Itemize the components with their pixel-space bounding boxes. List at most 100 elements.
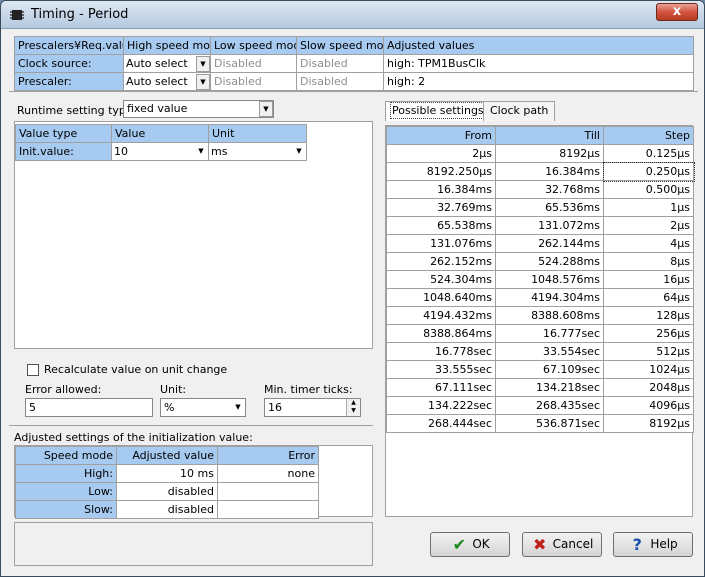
till-cell[interactable]: 262.144ms: [495, 234, 604, 253]
table-row[interactable]: 32.769ms 65.536ms 1µs: [386, 198, 694, 217]
question-mark-icon: ?: [632, 535, 642, 554]
init-unit-select[interactable]: ms ▼: [208, 142, 307, 161]
dropdown-arrow-icon[interactable]: ▼: [231, 399, 245, 416]
close-button[interactable]: x: [656, 3, 698, 21]
till-cell[interactable]: 16.384ms: [495, 162, 604, 181]
table-row[interactable]: 134.222sec 268.435sec 4096µs: [386, 396, 694, 415]
from-cell[interactable]: 134.222sec: [386, 396, 496, 415]
table-row[interactable]: 8388.864ms 16.777sec 256µs: [386, 324, 694, 343]
cancel-button[interactable]: ✖ Cancel: [522, 532, 602, 557]
table-row[interactable]: 8192.250µs 16.384ms 0.250µs: [386, 161, 695, 182]
dialog-client: Prescalers¥Req.value High speed mode Low…: [9, 31, 698, 570]
step-cell[interactable]: 256µs: [603, 324, 694, 343]
table-row[interactable]: 2µs 8192µs 0.125µs: [386, 144, 694, 163]
step-cell[interactable]: 512µs: [603, 342, 694, 361]
from-cell[interactable]: 262.152ms: [386, 252, 496, 271]
from-cell[interactable]: 4194.432ms: [386, 306, 496, 325]
table-row[interactable]: 67.111sec 134.218sec 2048µs: [386, 378, 694, 397]
table-row[interactable]: 65.538ms 131.072ms 2µs: [386, 216, 694, 235]
min-timer-ticks-spinner[interactable]: 16 ▲ ▼: [264, 398, 361, 417]
speed-mode-cell: Low:: [15, 482, 117, 501]
clock-source-slow-cell: Disabled: [296, 54, 384, 73]
column-header: Speed mode: [15, 446, 117, 465]
recalculate-checkbox[interactable]: [27, 364, 39, 376]
table-row[interactable]: 33.555sec 67.109sec 1024µs: [386, 360, 694, 379]
help-button[interactable]: ? Help: [613, 532, 693, 557]
dropdown-arrow-icon[interactable]: ▼: [196, 55, 210, 72]
step-cell[interactable]: 0.125µs: [603, 144, 694, 163]
till-cell[interactable]: 1048.576ms: [495, 270, 604, 289]
till-cell[interactable]: 536.871sec: [495, 414, 604, 433]
clock-source-high-select[interactable]: Auto select ▼: [123, 54, 211, 73]
step-cell[interactable]: 0.500µs: [603, 180, 694, 199]
step-cell[interactable]: 1µs: [603, 198, 694, 217]
from-cell[interactable]: 67.111sec: [386, 378, 496, 397]
tab-clock-path[interactable]: Clock path: [483, 101, 556, 121]
till-cell[interactable]: 32.768ms: [495, 180, 604, 199]
error-cell: [217, 482, 319, 501]
unit-select[interactable]: % ▼: [160, 398, 246, 417]
table-row[interactable]: 131.076ms 262.144ms 4µs: [386, 234, 694, 253]
till-cell[interactable]: 65.536ms: [495, 198, 604, 217]
step-cell[interactable]: 64µs: [603, 288, 694, 307]
table-row[interactable]: 1048.640ms 4194.304ms 64µs: [386, 288, 694, 307]
till-cell[interactable]: 16.777sec: [495, 324, 604, 343]
from-cell[interactable]: 8388.864ms: [386, 324, 496, 343]
prescaler-high-select[interactable]: Auto select ▼: [123, 72, 211, 91]
recalculate-label[interactable]: Recalculate value on unit change: [44, 363, 227, 376]
table-row: High: 10 ms none: [15, 464, 319, 483]
from-cell[interactable]: 33.555sec: [386, 360, 496, 379]
step-cell[interactable]: 4096µs: [603, 396, 694, 415]
step-cell[interactable]: 16µs: [603, 270, 694, 289]
step-cell[interactable]: 8192µs: [603, 414, 694, 433]
from-cell[interactable]: 2µs: [386, 144, 496, 163]
from-cell[interactable]: 1048.640ms: [386, 288, 496, 307]
from-cell[interactable]: 268.444sec: [386, 414, 496, 433]
from-cell[interactable]: 32.769ms: [386, 198, 496, 217]
till-cell[interactable]: 8192µs: [495, 144, 604, 163]
column-header: Unit: [208, 124, 307, 143]
input-value: 10: [114, 144, 128, 158]
step-cell[interactable]: 2048µs: [603, 378, 694, 397]
till-cell[interactable]: 67.109sec: [495, 360, 604, 379]
till-cell[interactable]: 134.218sec: [495, 378, 604, 397]
error-allowed-input[interactable]: 5: [25, 398, 153, 417]
from-cell[interactable]: 65.538ms: [386, 216, 496, 235]
till-cell[interactable]: 33.554sec: [495, 342, 604, 361]
step-cell[interactable]: 8µs: [603, 252, 694, 271]
till-cell[interactable]: 524.288ms: [495, 252, 604, 271]
dropdown-arrow-icon[interactable]: ▼: [259, 101, 273, 117]
spin-arrows-icon[interactable]: ▲ ▼: [346, 399, 360, 416]
till-cell[interactable]: 8388.608ms: [495, 306, 604, 325]
tab-possible-settings[interactable]: Possible settings: [385, 101, 491, 121]
from-cell[interactable]: 524.304ms: [386, 270, 496, 289]
step-cell[interactable]: 0.250µs: [602, 161, 695, 182]
table-row[interactable]: 16.384ms 32.768ms 0.500µs: [386, 180, 694, 199]
dropdown-arrow-icon[interactable]: ▼: [196, 73, 210, 90]
init-value-input[interactable]: 10 ▼: [111, 142, 209, 161]
step-cell[interactable]: 1024µs: [603, 360, 694, 379]
table-row[interactable]: 524.304ms 1048.576ms 16µs: [386, 270, 694, 289]
table-row[interactable]: 4194.432ms 8388.608ms 128µs: [386, 306, 694, 325]
from-cell[interactable]: 8192.250µs: [386, 162, 496, 181]
title-bar[interactable]: Timing - Period x: [1, 1, 704, 29]
from-cell[interactable]: 16.384ms: [386, 180, 496, 199]
table-row[interactable]: 262.152ms 524.288ms 8µs: [386, 252, 694, 271]
dropdown-arrow-icon[interactable]: ▼: [194, 143, 208, 160]
from-cell[interactable]: 131.076ms: [386, 234, 496, 253]
till-cell[interactable]: 4194.304ms: [495, 288, 604, 307]
till-cell[interactable]: 131.072ms: [495, 216, 604, 235]
step-cell[interactable]: 2µs: [603, 216, 694, 235]
table-row[interactable]: 16.778sec 33.554sec 512µs: [386, 342, 694, 361]
step-cell[interactable]: 4µs: [603, 234, 694, 253]
value-table: Value type Value Unit Init.value: 10 ▼ ms…: [15, 124, 307, 161]
runtime-setting-select[interactable]: fixed value ▼: [123, 100, 274, 118]
ok-button[interactable]: ✔ OK: [430, 532, 510, 557]
till-cell[interactable]: 268.435sec: [495, 396, 604, 415]
dropdown-arrow-icon[interactable]: ▼: [292, 143, 306, 160]
table-row[interactable]: 268.444sec 536.871sec 8192µs: [386, 414, 694, 433]
prescaler-slow-cell: Disabled: [296, 72, 384, 91]
step-cell[interactable]: 128µs: [603, 306, 694, 325]
from-cell[interactable]: 16.778sec: [386, 342, 496, 361]
timing-dialog: Timing - Period x Prescalers¥Req.value H…: [0, 0, 705, 577]
